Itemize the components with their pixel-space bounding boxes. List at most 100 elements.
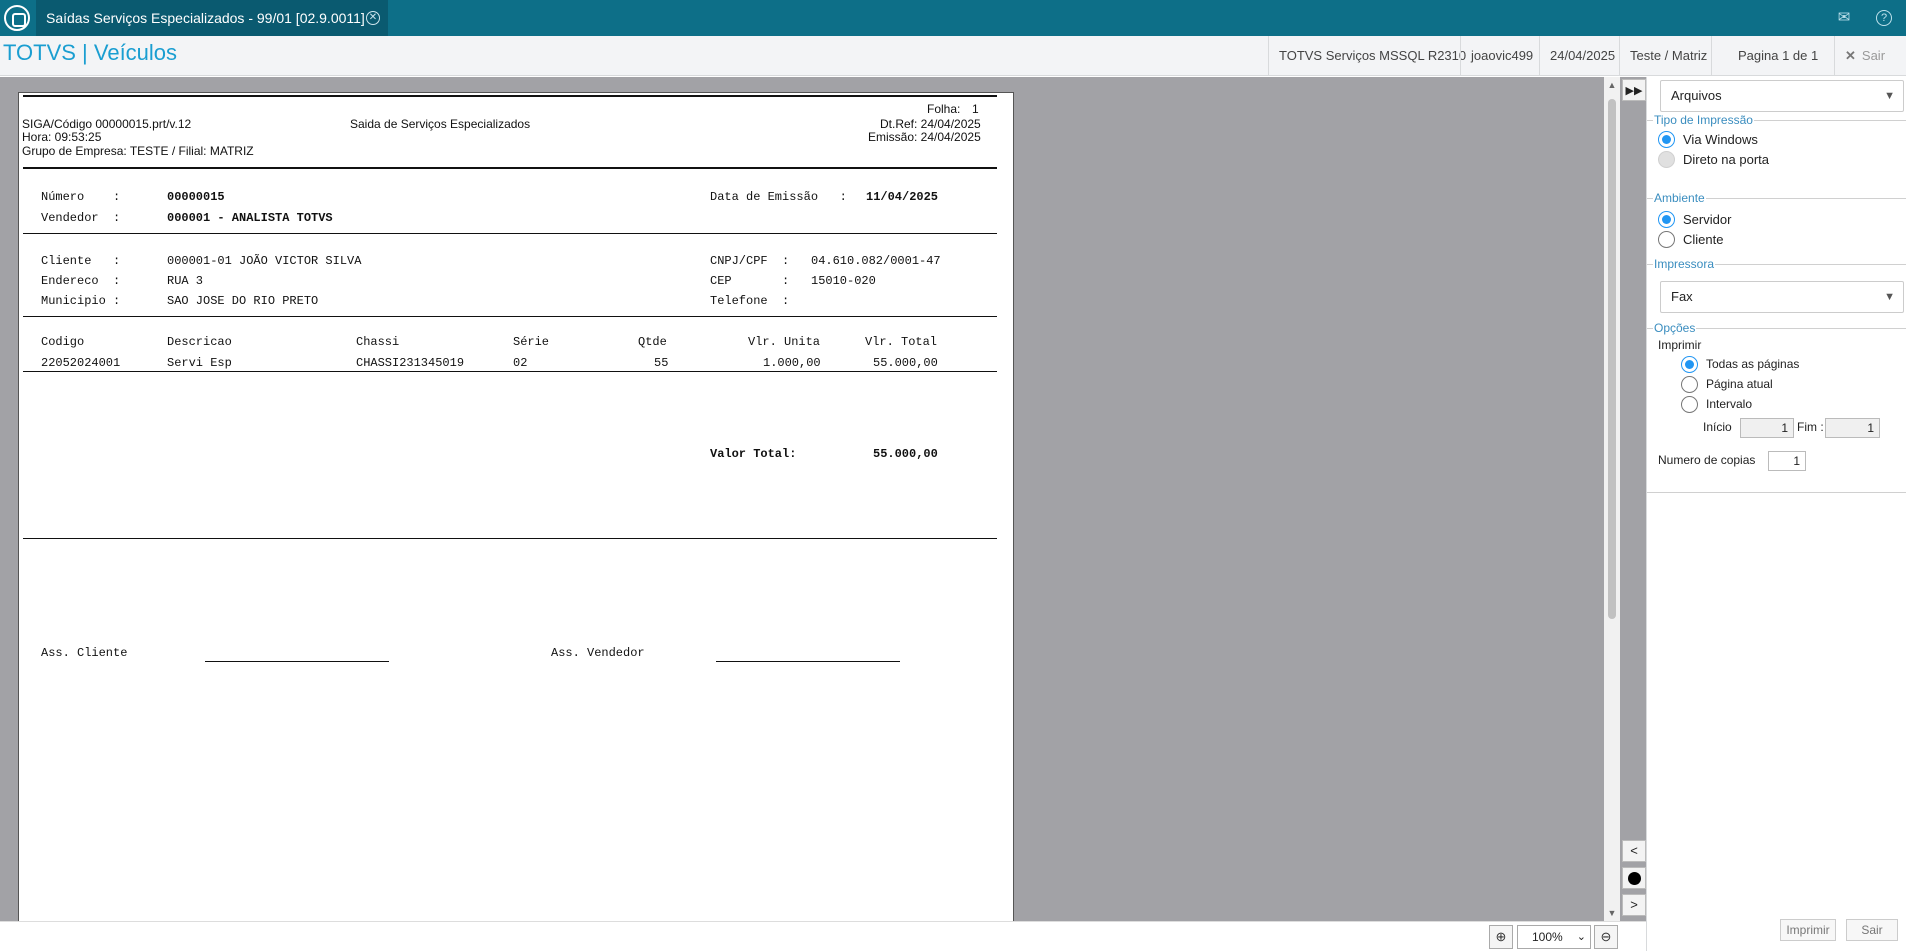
imprimir-label: Imprimir <box>1658 338 1702 352</box>
col-vlr-unita: Vlr. Unita <box>748 335 821 349</box>
col-descricao: Descricao <box>167 335 232 349</box>
preview-scrollbar[interactable]: ▲ ▼ <box>1604 77 1620 921</box>
tipo-impressao-legend: Tipo de Impressão <box>1653 113 1754 127</box>
page-info: Pagina 1 de 1 <box>1711 36 1828 76</box>
item-serie: 02 <box>513 356 528 370</box>
folha-value: 1 <box>972 102 979 116</box>
copias-label: Numero de copias <box>1658 453 1756 467</box>
emissao-value: Emissão: 24/04/2025 <box>868 130 981 144</box>
dtref-value: Dt.Ref: 24/04/2025 <box>880 117 981 131</box>
rule-signature <box>23 538 997 539</box>
ass-vendedor-label: Ass. Vendedor <box>551 646 645 660</box>
col-codigo: Codigo <box>41 335 85 349</box>
col-serie: Série <box>513 335 550 349</box>
inicio-input[interactable]: 1 <box>1740 418 1794 438</box>
tab-title: Saídas Serviços Especializados - 99/01 [… <box>46 10 365 26</box>
grupo-empresa: Grupo de Empresa: TESTE / Filial: MATRIZ <box>22 144 254 158</box>
todas-paginas-radio[interactable] <box>1681 356 1698 373</box>
fast-forward-button[interactable]: ▶▶ <box>1622 79 1646 101</box>
cnpj-label: CNPJ/CPF : <box>710 254 790 268</box>
todas-paginas-label: Todas as páginas <box>1706 357 1800 371</box>
hora-value: Hora: 09:53:25 <box>22 130 102 144</box>
tab-saidas-servicos[interactable]: Saídas Serviços Especializados - 99/01 [… <box>36 0 388 36</box>
chevron-left-icon: < <box>1630 843 1638 858</box>
impressora-legend: Impressora <box>1653 257 1716 271</box>
opcoes-legend: Opções <box>1653 321 1697 335</box>
module-title: TOTVS | Veículos <box>3 40 178 65</box>
valor-total-value: 55.000,00 <box>873 447 938 461</box>
report-page: Folha: 1 SIGA/Código 00000015.prt/v.12 S… <box>18 92 1014 932</box>
ass-vendedor-line <box>716 661 900 662</box>
zoom-out-button[interactable]: ⊖ <box>1594 925 1618 949</box>
servidor-label: Servidor <box>1683 212 1732 227</box>
intervalo-radio[interactable] <box>1681 396 1698 413</box>
preview-nav-strip: ▶▶ < > <box>1620 77 1646 921</box>
cliente-value: 000001-01 JOÃO VICTOR SILVA <box>167 254 362 268</box>
via-windows-radio[interactable] <box>1658 131 1675 148</box>
print-options-panel: Arquivos ▼ Tipo de Impressão Via Windows… <box>1646 77 1906 951</box>
exit-button[interactable]: ✕ Sair <box>1834 36 1895 76</box>
telefone-label: Telefone : <box>710 294 790 308</box>
impressora-value: Fax <box>1671 289 1693 304</box>
ass-cliente-label: Ass. Cliente <box>41 646 128 660</box>
municipio-value: SAO JOSE DO RIO PRETO <box>167 294 319 308</box>
municipio-label: Municipio : <box>41 294 121 308</box>
item-qtde: 55 <box>654 356 669 370</box>
cliente-label: Cliente : <box>41 254 121 268</box>
pagina-atual-label: Página atual <box>1706 377 1773 391</box>
valor-total-label: Valor Total: <box>710 447 797 461</box>
rule-customer <box>23 233 997 234</box>
pagina-atual-radio[interactable] <box>1681 376 1698 393</box>
numero-label: Número : <box>41 190 121 204</box>
copias-input[interactable]: 1 <box>1768 451 1806 471</box>
sair-button[interactable]: Sair <box>1846 919 1898 941</box>
user-label: joaovic499 <box>1460 36 1543 76</box>
zoom-out-icon: ⊖ <box>1600 929 1612 944</box>
print-preview-area[interactable]: Folha: 1 SIGA/Código 00000015.prt/v.12 S… <box>0 77 1622 932</box>
stop-button[interactable] <box>1622 867 1646 889</box>
cliente-radio[interactable] <box>1658 231 1675 248</box>
vendedor-label: Vendedor : <box>41 211 121 225</box>
direto-porta-radio[interactable] <box>1658 151 1675 168</box>
scroll-up-arrow-icon[interactable]: ▲ <box>1604 79 1620 91</box>
help-icon[interactable]: ? <box>1876 10 1892 26</box>
destination-select[interactable]: Arquivos ▼ <box>1660 80 1904 112</box>
prev-page-button[interactable]: < <box>1622 840 1646 862</box>
cep-value: 15010-020 <box>811 274 876 288</box>
rule-items-end <box>23 371 997 372</box>
scroll-down-arrow-icon[interactable]: ▼ <box>1604 907 1620 919</box>
close-x-icon: ✕ <box>1845 48 1856 63</box>
vendedor-value: 000001 - ANALISTA TOTVS <box>167 211 333 225</box>
zoom-in-button[interactable]: ⊕ <box>1489 925 1513 949</box>
header-bar: TOTVS | Veículos TOTVS Serviços MSSQL R2… <box>0 36 1906 76</box>
endereco-label: Endereco : <box>41 274 121 288</box>
zoom-select[interactable]: 100% ⌄ <box>1517 925 1591 949</box>
item-descricao: Servi Esp <box>167 356 232 370</box>
intervalo-label: Intervalo <box>1706 397 1753 411</box>
zoom-in-icon: ⊕ <box>1495 929 1507 944</box>
cep-label: CEP : <box>710 274 790 288</box>
imprimir-button[interactable]: Imprimir <box>1780 919 1836 941</box>
fim-input[interactable]: 1 <box>1825 418 1880 438</box>
via-windows-label: Via Windows <box>1683 132 1758 147</box>
servidor-radio[interactable] <box>1658 211 1675 228</box>
report-title: Saida de Serviços Especializados <box>350 117 531 131</box>
cliente-label: Cliente <box>1683 232 1724 247</box>
impressora-select[interactable]: Fax ▼ <box>1660 281 1904 313</box>
ambiente-group: Ambiente Servidor Cliente <box>1647 191 1906 266</box>
scroll-thumb[interactable] <box>1608 99 1616 619</box>
item-codigo: 22052024001 <box>41 356 121 370</box>
dropdown-arrow-icon: ▼ <box>1884 90 1895 102</box>
col-vlr-total: Vlr. Total <box>865 335 938 349</box>
mail-icon[interactable]: ✉ <box>1834 8 1854 28</box>
next-page-button[interactable]: > <box>1622 894 1646 916</box>
rule-header <box>23 167 997 169</box>
destination-value: Arquivos <box>1671 88 1722 103</box>
title-bar: Saídas Serviços Especializados - 99/01 [… <box>0 0 1906 36</box>
ass-cliente-line <box>205 661 389 662</box>
tab-close-icon[interactable]: ✕ <box>366 11 380 25</box>
date-label: 24/04/2025 <box>1539 36 1625 76</box>
app-logo-icon <box>4 5 30 31</box>
data-emissao-value: 11/04/2025 <box>866 190 939 204</box>
direto-porta-label: Direto na porta <box>1683 152 1769 167</box>
